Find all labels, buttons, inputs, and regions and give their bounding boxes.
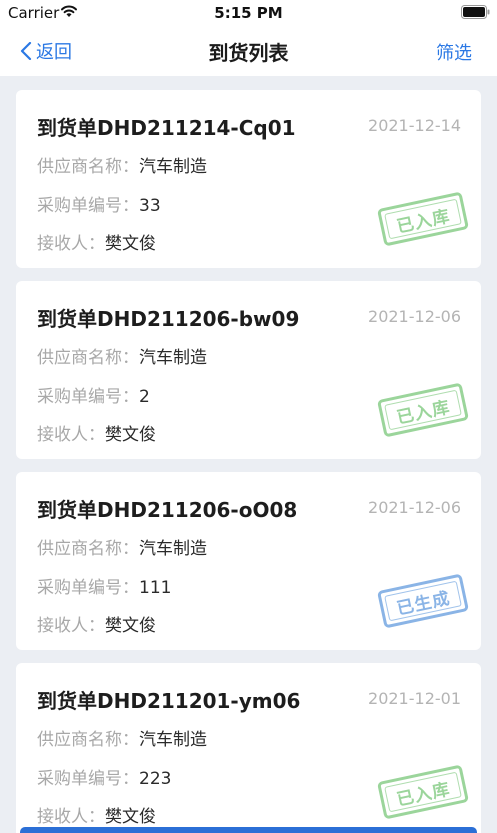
order-title: 到货单DHD211201-ym06 [37,689,301,713]
status-bar: Carrier 5:15 PM [0,0,497,26]
receiver-label: 接收人： [37,807,105,827]
supplier-row: 供应商名称：汽车制造 [37,725,207,750]
supplier-label: 供应商名称： [37,348,139,368]
order-date: 2021-12-01 [368,689,461,708]
receiver-value: 樊文俊 [105,425,156,445]
status-time: 5:15 PM [214,4,283,22]
po-number-value: 33 [139,196,161,216]
navigation-bar: 返回 到货列表 筛选 [0,26,497,76]
order-title: 到货单DHD211206-oO08 [37,498,298,522]
po-number-row: 采购单编号：33 [37,191,161,216]
po-number-label: 采购单编号： [37,387,139,407]
arrival-order-card[interactable]: 到货单DHD211201-ym06 2021-12-01 供应商名称：汽车制造 … [16,663,481,833]
status-stamp: 已入库 [376,191,470,247]
po-number-label: 采购单编号： [37,196,139,216]
supplier-value: 汽车制造 [139,539,207,559]
po-number-label: 采购单编号： [37,769,139,789]
receiver-value: 樊文俊 [105,807,156,827]
supplier-label: 供应商名称： [37,539,139,559]
po-number-value: 223 [139,769,172,789]
order-title: 到货单DHD211214-Cq01 [37,116,296,140]
status-stamp: 已入库 [376,382,470,438]
supplier-row: 供应商名称：汽车制造 [37,152,207,177]
order-title: 到货单DHD211206-bw09 [37,307,300,331]
order-date: 2021-12-14 [368,116,461,135]
po-number-value: 2 [139,387,150,407]
arrival-order-card[interactable]: 到货单DHD211206-oO08 2021-12-06 供应商名称：汽车制造 … [16,472,481,650]
supplier-label: 供应商名称： [37,730,139,750]
receiver-label: 接收人： [37,234,105,254]
po-number-value: 111 [139,578,172,598]
filter-button[interactable]: 筛选 [436,39,472,65]
supplier-row: 供应商名称：汽车制造 [37,343,207,368]
order-date: 2021-12-06 [368,498,461,517]
receiver-row: 接收人：樊文俊 [37,611,156,636]
supplier-label: 供应商名称： [37,157,139,177]
receiver-value: 樊文俊 [105,616,156,636]
receiver-row: 接收人：樊文俊 [37,420,156,445]
page-title: 到货列表 [208,41,289,65]
arrival-order-card[interactable]: 到货单DHD211206-bw09 2021-12-06 供应商名称：汽车制造 … [16,281,481,459]
supplier-value: 汽车制造 [139,730,207,750]
battery-icon [461,5,490,19]
po-number-label: 采购单编号： [37,578,139,598]
supplier-value: 汽车制造 [139,348,207,368]
receiver-value: 樊文俊 [105,234,156,254]
status-stamp: 已生成 [376,573,470,629]
screen: Carrier 5:15 PM 返回 到货列表 筛选 到货单DHD211214-… [0,0,497,833]
arrival-order-list: 到货单DHD211214-Cq01 2021-12-14 供应商名称：汽车制造 … [16,90,481,833]
receiver-label: 接收人： [37,616,105,636]
po-number-row: 采购单编号：223 [37,764,171,789]
bottom-action-bar[interactable] [20,827,477,833]
status-stamp: 已入库 [376,764,470,820]
supplier-value: 汽车制造 [139,157,207,177]
arrival-order-card[interactable]: 到货单DHD211214-Cq01 2021-12-14 供应商名称：汽车制造 … [16,90,481,268]
receiver-row: 接收人：樊文俊 [37,802,156,827]
receiver-label: 接收人： [37,425,105,445]
order-date: 2021-12-06 [368,307,461,326]
po-number-row: 采购单编号：2 [37,382,150,407]
supplier-row: 供应商名称：汽车制造 [37,534,207,559]
po-number-row: 采购单编号：111 [37,573,171,598]
receiver-row: 接收人：樊文俊 [37,229,156,254]
